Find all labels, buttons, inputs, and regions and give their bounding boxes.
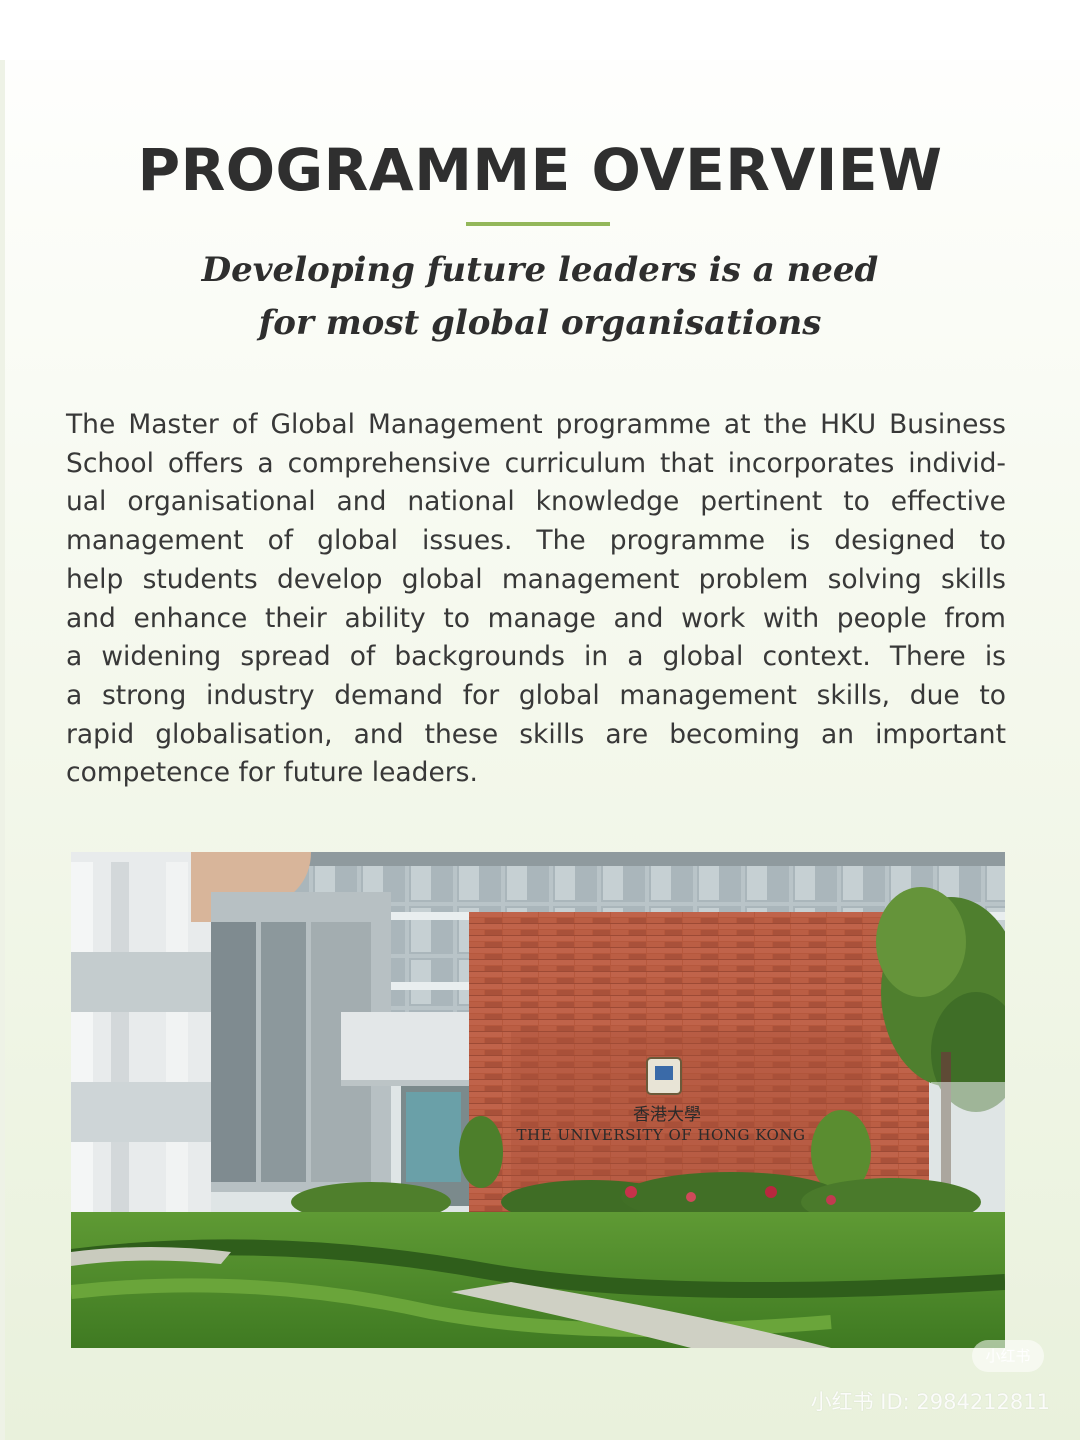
subtitle-line: Developing future leaders is a need (201, 250, 879, 290)
watermark-badge: 小红书 (972, 1340, 1044, 1372)
paragraph-line: rapid globalisation, and these skills ar… (66, 718, 1006, 750)
top-strip (0, 0, 1080, 60)
paragraph-line: and enhance their ability to manage and … (66, 602, 1006, 634)
campus-photo: 香港大學 THE UNIVERSITY OF HONG KONG (71, 852, 1005, 1348)
paragraph-line: help students develop global management … (66, 563, 1006, 595)
subtitle-line: for most global organisations (258, 303, 822, 343)
subtitle: Developing future leaders is a need for … (0, 244, 1080, 350)
overview-paragraph: The Master of Global Management programm… (66, 406, 1006, 793)
title-divider (466, 222, 610, 226)
paragraph-line: a strong industry demand for global mana… (66, 679, 1006, 711)
paragraph-line: competence for future leaders. (66, 757, 478, 789)
paragraph-line: management of global issues. The program… (66, 525, 1006, 557)
paragraph-line: a widening spread of backgrounds in a gl… (66, 641, 1006, 673)
paragraph-line: The Master of Global Management programm… (66, 409, 1006, 440)
university-crest (646, 1057, 682, 1095)
paragraph-line: ual organisational and national knowledg… (66, 486, 1006, 518)
paragraph-line: School offers a comprehensive curriculum… (66, 447, 1006, 479)
page-title: PROGRAMME OVERVIEW (137, 136, 943, 204)
watermark-id: 小红书 ID: 2984212811 (810, 1390, 1050, 1414)
sign-chinese: 香港大學 (633, 1105, 701, 1125)
sign-english: THE UNIVERSITY OF HONG KONG (517, 1126, 806, 1144)
